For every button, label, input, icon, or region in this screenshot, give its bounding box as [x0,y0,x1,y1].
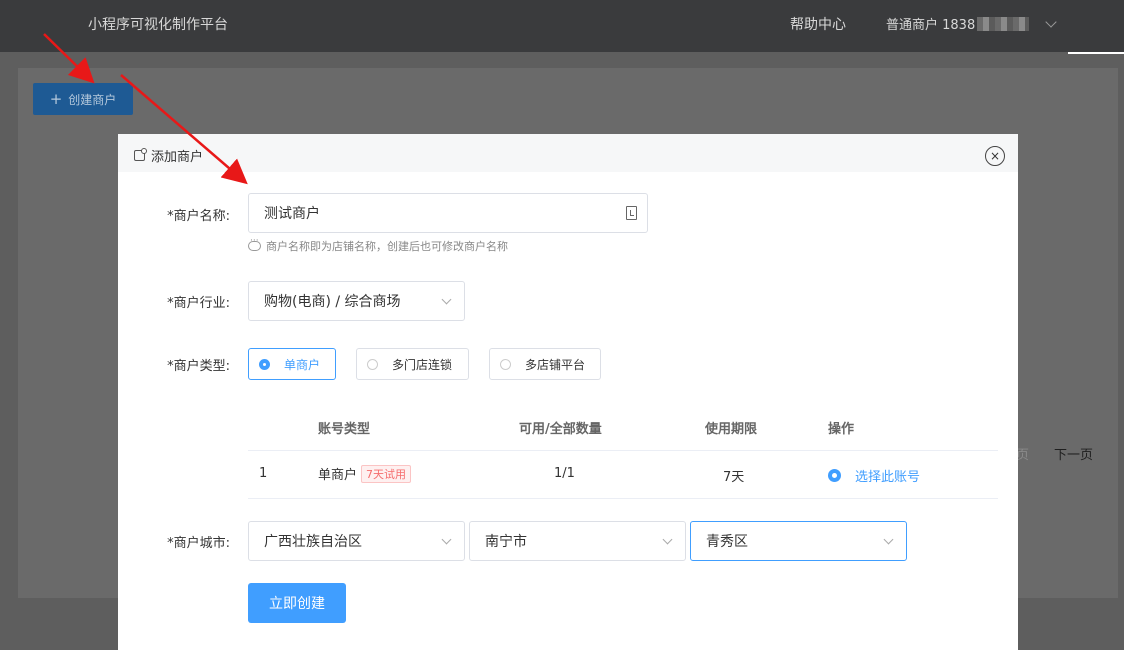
create-merchant-button[interactable]: + 创建商户 [33,83,133,115]
help-center-link[interactable]: 帮助中心 [790,14,846,34]
row-index: 1 [259,466,268,481]
city-value: 南宁市 [485,534,527,550]
type-option-single[interactable]: 单商户 [248,348,336,380]
table-header-divider [248,450,998,451]
merchant-name-hint: 商户名称即为店铺名称，创建后也可修改商户名称 [248,236,508,254]
merchant-name-value: 测试商户 [264,206,320,222]
merchant-name-hint-text: 商户名称即为店铺名称，创建后也可修改商户名称 [266,240,508,253]
row-period: 7天 [723,470,745,485]
merchant-name-label: *商户名称: [167,209,230,224]
type-option-label: 单商户 [284,357,321,372]
edit-icon [134,148,147,161]
type-option-label: 多门店连锁 [392,357,453,372]
top-bar: 小程序可视化制作平台 帮助中心 普通商户 1838 [0,0,1124,52]
plus-icon: + [49,90,63,108]
radio-checked-icon [828,469,841,482]
merchant-industry-value: 购物(电商) / 综合商场 [264,294,401,310]
dialog-title: 添加商户 [134,146,203,165]
chevron-down-icon [441,294,452,305]
select-account-radio[interactable]: 选择此账号 [828,466,920,485]
close-icon[interactable]: × [985,146,1005,166]
create-merchant-label: 创建商户 [68,92,117,107]
row-quantity: 1/1 [554,466,575,481]
user-account-label: 普通商户 1838 [886,18,976,33]
user-menu[interactable]: 普通商户 1838 [886,14,1057,33]
trial-badge: 7天试用 [361,464,412,483]
merchant-industry-select[interactable]: 购物(电商) / 综合商场 [248,281,465,321]
header-divider [1068,52,1124,54]
province-select[interactable]: 广西壮族自治区 [248,521,465,561]
account-type-text: 单商户 [318,468,358,483]
dialog-header: 添加商户 × [118,134,1018,172]
chevron-down-icon [441,534,452,545]
table-row-divider [248,498,998,499]
brand-title[interactable]: 小程序可视化制作平台 [88,14,228,34]
type-option-chain[interactable]: 多门店连锁 [356,348,469,380]
dialog-title-text: 添加商户 [151,150,204,165]
province-value: 广西壮族自治区 [264,534,362,550]
column-header-quantity: 可用/全部数量 [519,422,602,437]
merchant-industry-label: *商户行业: [167,296,230,311]
pager-next[interactable]: 下一页 [1054,444,1093,463]
radio-unchecked-icon [500,358,511,370]
city-select[interactable]: 南宁市 [469,521,686,561]
add-merchant-dialog: 添加商户 × *商户名称: 测试商户 商户名称即为店铺名称，创建后也可修改商户名… [118,134,1018,650]
row-account-type: 单商户 7天试用 [318,464,412,483]
chevron-down-icon [662,534,673,545]
merchant-city-label: *商户城市: [167,536,230,551]
radio-checked-icon [259,358,270,370]
column-header-period: 使用期限 [705,422,758,437]
district-value: 青秀区 [706,534,748,550]
redacted-phone [977,16,1030,31]
type-option-label: 多店铺平台 [525,357,586,372]
column-header-account-type: 账号类型 [318,422,371,437]
clipboard-icon[interactable] [626,206,637,220]
chevron-down-icon [1045,15,1057,28]
column-header-action: 操作 [828,422,855,437]
chevron-down-icon [883,534,894,545]
merchant-name-input[interactable]: 测试商户 [248,193,648,233]
create-now-button[interactable]: 立即创建 [248,583,346,623]
type-option-platform[interactable]: 多店铺平台 [489,348,601,380]
district-select[interactable]: 青秀区 [690,521,907,561]
radio-unchecked-icon [367,358,378,370]
select-account-label: 选择此账号 [855,470,921,485]
merchant-type-label: *商户类型: [167,359,230,374]
chat-bubble-icon [248,236,261,251]
